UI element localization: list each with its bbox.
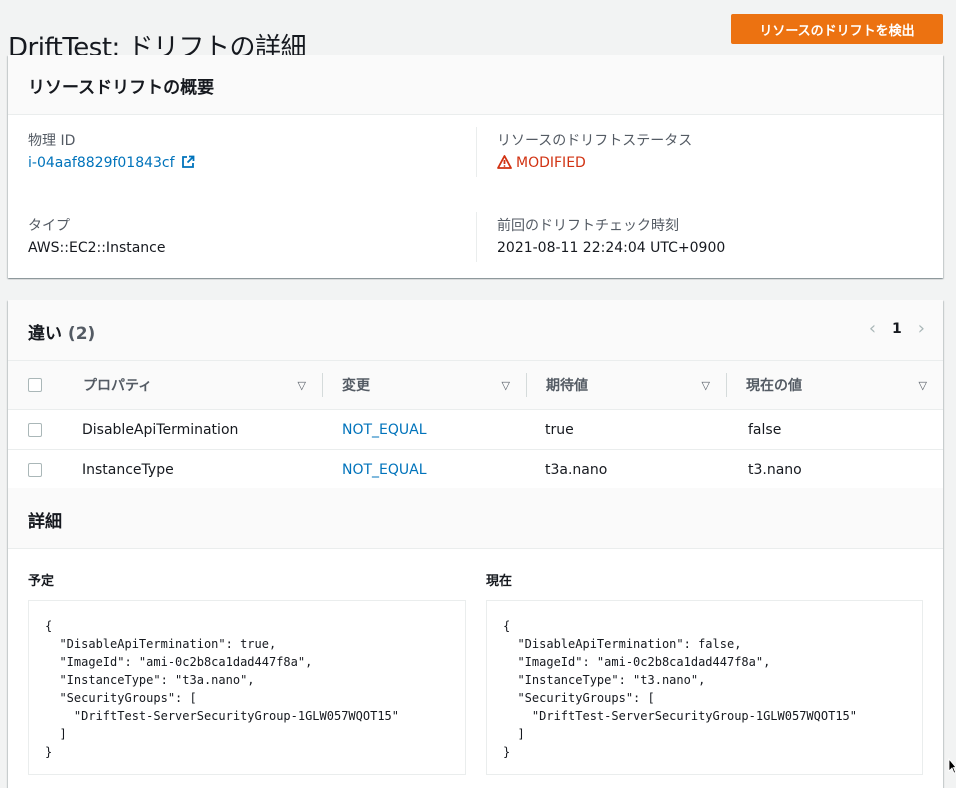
details-header: 詳細 [8,488,943,549]
warning-icon [497,155,512,173]
caret-down-icon[interactable]: ▽ [702,379,710,392]
column-divider [476,212,477,262]
change-cell[interactable]: NOT_EQUAL [322,409,526,450]
expected-label: 予定 [28,574,55,589]
table-row[interactable]: DisableApiTermination NOT_EQUAL true fal… [8,409,943,450]
type-value: AWS::EC2::Instance [28,240,166,256]
details-heading: 詳細 [28,512,62,532]
pagination: ‹ 1 › [869,320,925,338]
chevron-right-icon[interactable]: › [918,320,925,338]
expected-cell: true [526,409,726,450]
differences-header: 違い (2) ‹ 1 › [8,300,943,360]
select-all-cell [8,360,63,410]
detect-drift-button[interactable]: リソースのドリフトを検出 [731,14,943,44]
select-all-checkbox[interactable] [28,378,42,392]
actual-cell: t3.nano [726,449,943,490]
change-cell[interactable]: NOT_EQUAL [322,449,526,490]
change-link[interactable]: NOT_EQUAL [342,462,427,478]
caret-down-icon[interactable]: ▽ [919,379,927,392]
table-row[interactable]: InstanceType NOT_EQUAL t3a.nano t3.nano [8,449,943,490]
differences-panel: 違い (2) ‹ 1 › プロパティ ▽ 変更 ▽ 期待値 ▽ 現在の値 ▽ Disab… [8,300,943,788]
actual-cell: false [726,409,943,450]
summary-header: リソースドリフトの概要 [8,55,943,115]
column-header-actual[interactable]: 現在の値 ▽ [726,360,943,410]
property-cell: InstanceType [63,449,322,490]
physical-id-link[interactable]: i-04aaf8829f01843cf [28,155,175,171]
caret-down-icon[interactable]: ▽ [298,379,306,392]
expected-cell: t3a.nano [526,449,726,490]
change-link[interactable]: NOT_EQUAL [342,422,427,438]
expected-json: { "DisableApiTermination": true, "ImageI… [28,600,466,775]
property-cell: DisableApiTermination [63,409,322,450]
physical-id[interactable]: i-04aaf8829f01843cf [28,155,195,173]
table-header-row: プロパティ ▽ 変更 ▽ 期待値 ▽ 現在の値 ▽ [8,360,943,410]
row-checkbox[interactable] [28,462,42,477]
column-divider [476,127,477,177]
chevron-left-icon[interactable]: ‹ [869,320,876,338]
differences-heading: 違い (2) [28,324,96,344]
external-link-icon[interactable] [181,155,195,173]
current-json: { "DisableApiTermination": false, "Image… [486,600,923,775]
current-label: 現在 [486,574,513,589]
page-number[interactable]: 1 [892,321,902,337]
summary-heading: リソースドリフトの概要 [28,78,215,98]
drift-status-value: MODIFIED [516,155,586,171]
drift-status: MODIFIED [497,155,586,173]
type-label: タイプ [28,218,70,234]
differences-table: プロパティ ▽ 変更 ▽ 期待値 ▽ 現在の値 ▽ DisableApiTerminat… [8,360,943,490]
drift-status-label: リソースのドリフトステータス [497,133,693,149]
differences-count: (2) [67,324,96,344]
column-header-change[interactable]: 変更 ▽ [322,360,526,410]
last-check-value: 2021-08-11 22:24:04 UTC+0900 [497,240,726,256]
column-header-property[interactable]: プロパティ ▽ [63,360,322,410]
mouse-cursor-icon [948,757,956,778]
last-check-label: 前回のドリフトチェック時刻 [497,218,679,234]
drift-summary-panel: リソースドリフトの概要 物理 ID i-04aaf8829f01843cf リソ… [8,55,943,278]
caret-down-icon[interactable]: ▽ [502,379,510,392]
column-header-expected[interactable]: 期待値 ▽ [526,360,726,410]
row-checkbox[interactable] [28,422,42,437]
physical-id-label: 物理 ID [28,133,76,149]
